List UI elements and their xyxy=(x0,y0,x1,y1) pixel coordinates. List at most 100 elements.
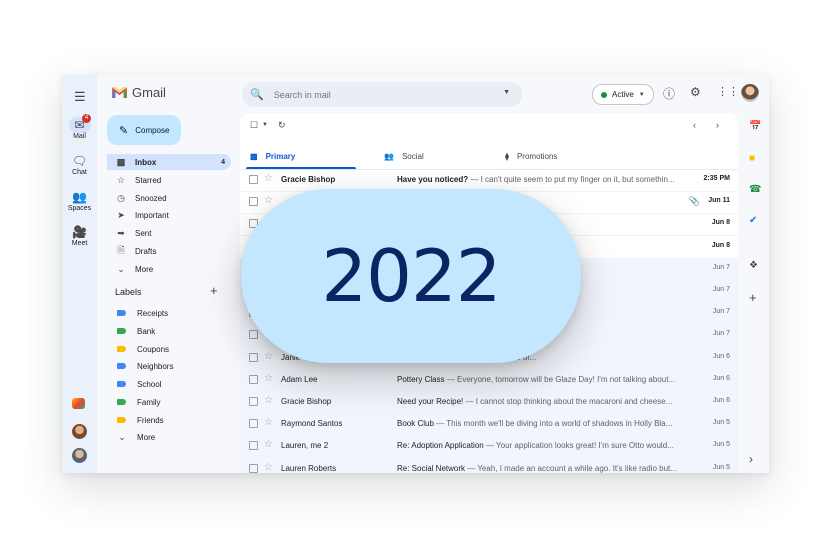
label-name: Neighbors xyxy=(137,361,174,371)
star-icon[interactable]: ☆ xyxy=(264,373,273,384)
row-checkbox[interactable] xyxy=(249,374,258,384)
gmail-logo[interactable]: Gmail xyxy=(112,85,166,100)
row-checkbox[interactable] xyxy=(249,419,258,429)
email-row[interactable]: ☆ Lauren, me 2 Re: Adoption Application — … xyxy=(240,435,738,459)
email-subject: Have you noticed? xyxy=(397,175,469,184)
search-icon[interactable]: 🔍 xyxy=(250,88,264,101)
older-page-icon[interactable]: › xyxy=(716,120,719,130)
tab-label: Primary xyxy=(265,151,296,161)
important-icon: ➤ xyxy=(117,209,125,220)
contact-avatar[interactable] xyxy=(72,424,87,439)
addon-icon[interactable]: ❖ xyxy=(749,260,758,271)
sidebar-item-inbox[interactable]: ▩ Inbox 4 xyxy=(107,154,231,170)
add-label-icon[interactable]: + xyxy=(210,283,218,298)
search-options-icon[interactable]: ▼ xyxy=(503,89,510,96)
star-icon[interactable]: ☆ xyxy=(264,395,273,406)
settings-icon[interactable]: ⚙ xyxy=(690,85,701,99)
labels-more[interactable]: ⌄ More xyxy=(107,429,231,445)
expand-panel-icon[interactable]: › xyxy=(749,452,753,466)
sidebar-item-important[interactable]: ➤ Important xyxy=(107,207,231,223)
rail-label-mail: Mail xyxy=(73,133,86,140)
label-tag-icon xyxy=(117,417,126,423)
row-checkbox[interactable] xyxy=(249,352,258,362)
tab-primary[interactable]: ▩ Primary xyxy=(250,146,295,166)
sidebar-item-sent[interactable]: ➥ Sent xyxy=(107,225,231,241)
label-school[interactable]: School xyxy=(107,376,231,392)
row-checkbox[interactable] xyxy=(249,441,258,451)
email-preview: Need your Recipe! — I cannot stop thinki… xyxy=(397,397,682,406)
email-preview: Have you noticed? — I can't quite seem t… xyxy=(397,175,682,184)
select-all-checkbox[interactable]: ☐ xyxy=(250,120,258,131)
label-family[interactable]: Family xyxy=(107,394,231,410)
status-selector[interactable]: Active ▼ xyxy=(592,84,654,105)
keep-icon[interactable]: ■ xyxy=(749,153,755,164)
account-avatar[interactable] xyxy=(741,84,759,102)
rail-item-meet[interactable]: 🎥 Meet xyxy=(62,224,97,247)
chevron-down-icon: ▼ xyxy=(638,91,645,98)
compose-button[interactable]: ✎ Compose xyxy=(107,115,181,145)
label-friends[interactable]: Friends xyxy=(107,412,231,428)
email-preview: Re: Social Network — Yeah, I made an acc… xyxy=(397,464,682,473)
contact-avatar[interactable] xyxy=(72,448,87,463)
sidebar-item-starred[interactable]: ☆ Starred xyxy=(107,172,231,188)
chevron-down-icon[interactable]: ▼ xyxy=(262,122,268,128)
row-checkbox[interactable] xyxy=(249,175,258,184)
email-subject: Re: Adoption Application xyxy=(397,441,484,451)
row-checkbox[interactable] xyxy=(249,397,258,406)
rail-item-chat[interactable]: 🗨 Chat xyxy=(62,153,97,176)
row-checkbox[interactable] xyxy=(249,463,258,473)
star-icon[interactable]: ☆ xyxy=(264,173,273,184)
tab-promotions[interactable]: ⧫ Promotions xyxy=(505,146,557,166)
email-date: Jun 5 xyxy=(712,441,730,449)
tasks-icon[interactable]: ✔ xyxy=(749,215,757,226)
year-overlay: 2022 xyxy=(241,189,581,363)
label-coupons[interactable]: Coupons xyxy=(107,341,231,357)
search-input[interactable] xyxy=(271,88,496,101)
star-icon[interactable]: ☆ xyxy=(264,439,273,450)
email-date: Jun 6 xyxy=(712,397,730,404)
row-checkbox[interactable] xyxy=(249,197,258,207)
star-icon[interactable]: ☆ xyxy=(264,195,273,206)
email-subject: Book Club xyxy=(397,419,434,429)
star-icon[interactable]: ☆ xyxy=(264,462,273,473)
email-snippet: — I can't quite seem to put my finger on… xyxy=(468,175,675,184)
tab-label: Promotions xyxy=(516,151,558,161)
sidebar-item-more[interactable]: ⌄ More xyxy=(107,261,231,277)
search-bar[interactable]: 🔍 ▼ xyxy=(242,82,522,107)
translate-icon[interactable] xyxy=(72,398,85,409)
star-icon[interactable]: ☆ xyxy=(264,417,273,428)
chevron-down-icon: ⌄ xyxy=(117,263,125,274)
sidebar-item-label: Sent xyxy=(135,228,152,238)
email-row[interactable]: ☆ Gracie Bishop Need your Recipe! — I cann… xyxy=(240,391,738,414)
email-snippet: — Yeah, I made an account a while ago. I… xyxy=(465,463,677,473)
rail-item-spaces[interactable]: 👥 Spaces xyxy=(62,189,97,212)
email-preview: Pottery Class — Everyone, tomorrow will … xyxy=(397,375,682,384)
label-tag-icon xyxy=(117,363,126,369)
email-subject: Pottery Class xyxy=(397,374,445,384)
sidebar-item-snoozed[interactable]: ◷ Snoozed xyxy=(107,190,231,206)
email-snippet: — I cannot stop thinking about the macar… xyxy=(463,397,673,406)
newer-page-icon[interactable]: ‹ xyxy=(693,120,696,130)
sidebar-item-label: Starred xyxy=(135,175,162,185)
hamburger-icon[interactable]: ☰ xyxy=(74,89,86,105)
calendar-icon[interactable]: 📅 xyxy=(749,121,761,132)
label-receipts[interactable]: Receipts xyxy=(107,305,231,321)
status-label: Active xyxy=(612,90,634,99)
help-icon[interactable]: ⓘ xyxy=(663,85,675,102)
star-icon[interactable]: ☆ xyxy=(264,351,273,362)
email-row[interactable]: ☆ Adam Lee Pottery Class — Everyone, tomor… xyxy=(240,368,738,392)
refresh-icon[interactable]: ↻ xyxy=(278,120,286,131)
tab-social[interactable]: 👥 Social xyxy=(384,146,424,166)
pencil-icon: ✎ xyxy=(119,124,129,137)
sidebar-item-drafts[interactable]: 🗎 Drafts xyxy=(107,243,231,259)
label-neighbors[interactable]: Neighbors xyxy=(107,358,231,374)
label-bank[interactable]: Bank xyxy=(107,323,231,339)
spaces-icon: 👥 xyxy=(72,190,87,204)
email-row[interactable]: ☆ Raymond Santos Book Club — This month we… xyxy=(240,413,738,437)
row-checkbox[interactable] xyxy=(249,330,258,340)
rail-item-mail[interactable]: ✉ 4 Mail xyxy=(62,114,97,140)
add-icon[interactable]: + xyxy=(749,290,757,305)
email-row[interactable]: ☆ Lauren Roberts Re: Social Network — Yeah… xyxy=(240,457,738,473)
email-date: Jun 5 xyxy=(712,463,730,471)
contacts-icon[interactable]: ☎ xyxy=(749,184,761,195)
